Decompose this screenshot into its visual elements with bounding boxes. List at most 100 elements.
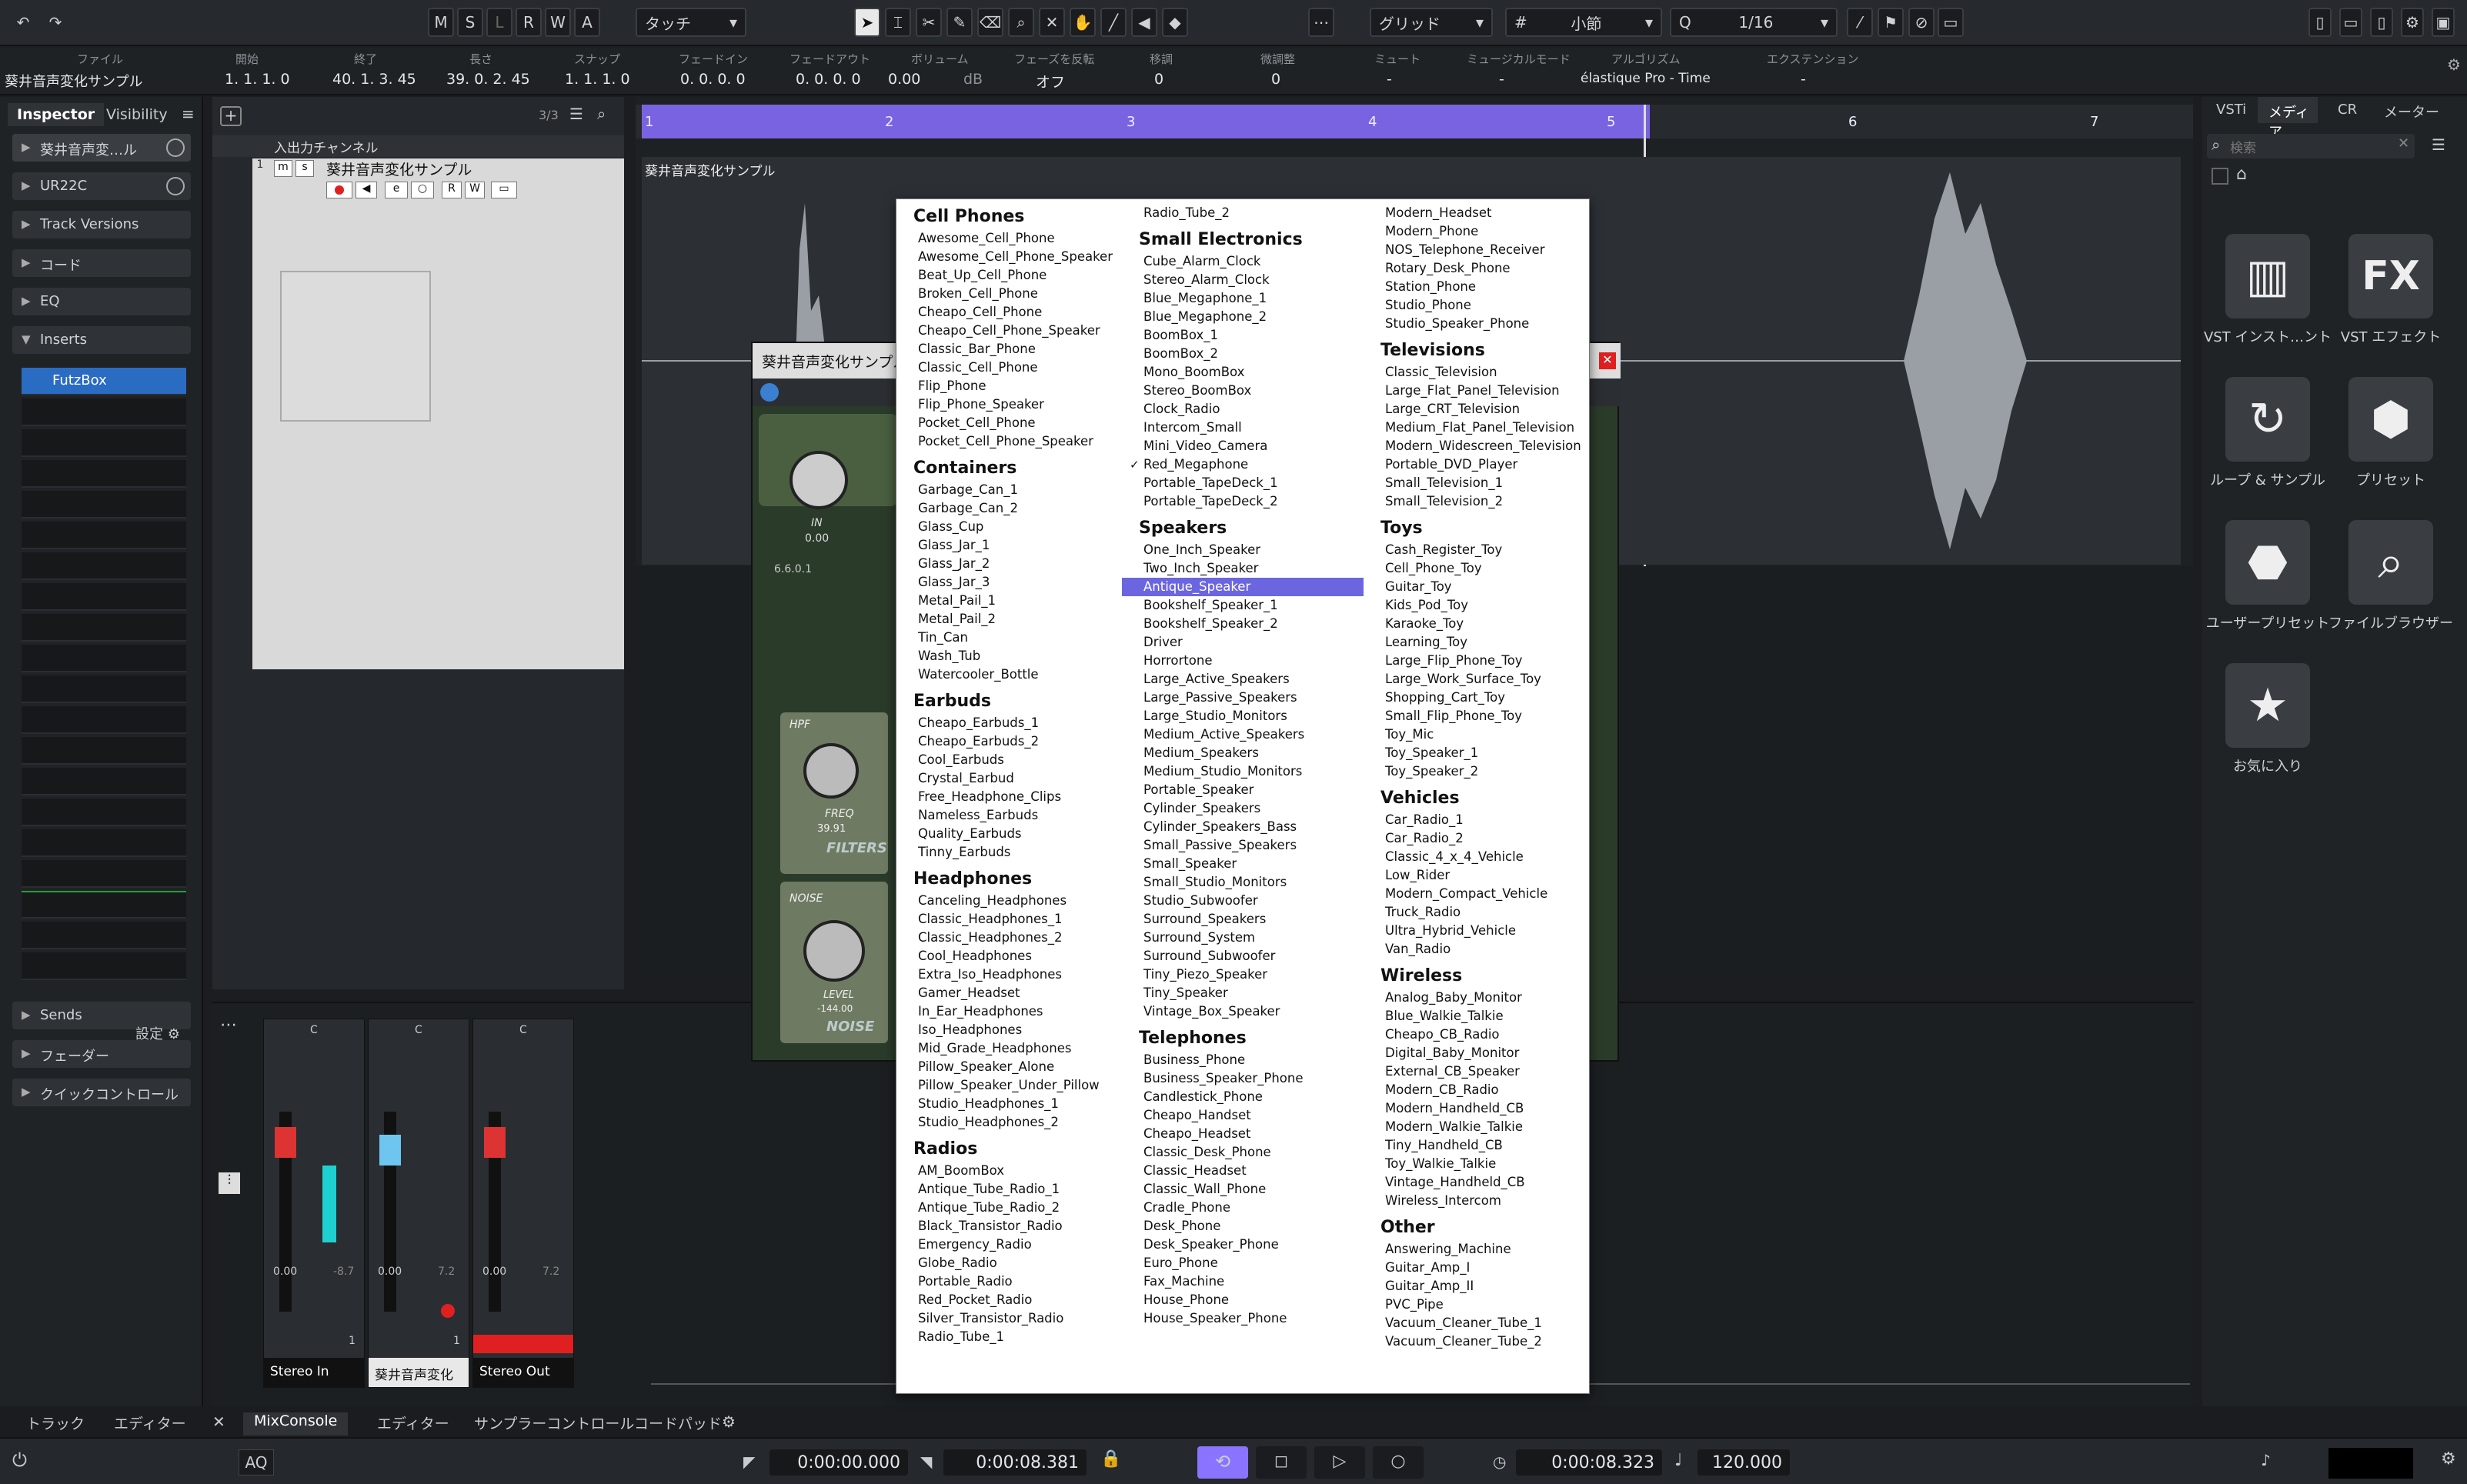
close-window-icon[interactable]: ✕ <box>1599 352 1616 369</box>
menu-item[interactable]: Modern_CB_Radio <box>1364 1081 1590 1099</box>
menu-item[interactable]: Globe_Radio <box>896 1254 1123 1272</box>
menu-item[interactable]: Classic_Headset <box>1122 1162 1364 1180</box>
pan-value[interactable]: C <box>310 1024 318 1036</box>
menu-item[interactable]: Desk_Speaker_Phone <box>1122 1236 1364 1254</box>
menu-item[interactable]: Cheapo_Headset <box>1122 1125 1364 1143</box>
hand-tool-icon[interactable]: ✋ <box>1070 8 1096 37</box>
info-fadeout[interactable]: 0. 0. 0. 0 <box>796 71 861 88</box>
menu-item[interactable]: Two_Inch_Speaker <box>1122 559 1364 578</box>
menu-item[interactable]: Cash_Register_Toy <box>1364 541 1590 559</box>
menu-item[interactable]: Modern_Widescreen_Television <box>1364 437 1590 455</box>
menu-item[interactable]: Guitar_Amp_I <box>1364 1259 1590 1277</box>
menu-item[interactable]: Studio_Headphones_1 <box>896 1095 1123 1113</box>
menu-item[interactable]: Large_Flip_Phone_Toy <box>1364 652 1590 670</box>
tab-sampler-control[interactable]: サンプラーコントロール <box>474 1412 634 1433</box>
menu-item[interactable]: Studio_Headphones_2 <box>896 1113 1123 1132</box>
menu-item[interactable]: Gamer_Headset <box>896 984 1123 1002</box>
menu-item[interactable]: Small_Flip_Phone_Toy <box>1364 707 1590 725</box>
menu-item[interactable]: Pocket_Cell_Phone_Speaker <box>896 432 1123 451</box>
cycle-range[interactable] <box>642 105 1650 138</box>
vst-instruments-icon[interactable]: ▥ <box>2225 234 2310 318</box>
menu-item[interactable]: Toy_Speaker_2 <box>1364 762 1590 781</box>
fader-value[interactable]: 0.00 <box>273 1266 297 1278</box>
menu-item[interactable]: Small_Television_1 <box>1364 474 1590 492</box>
menu-item[interactable]: Pillow_Speaker_Alone <box>896 1058 1123 1076</box>
menu-item[interactable]: Learning_Toy <box>1364 633 1590 652</box>
menu-item[interactable]: Antique_Tube_Radio_1 <box>896 1180 1123 1199</box>
menu-item[interactable]: Tinny_Earbuds <box>896 843 1123 862</box>
menu-item[interactable]: Glass_Jar_2 <box>896 555 1123 573</box>
menu-item[interactable]: Toy_Walkie_Talkie <box>1364 1155 1590 1173</box>
menu-item[interactable]: Cradle_Phone <box>1122 1199 1364 1217</box>
insert-slot[interactable] <box>22 460 186 488</box>
menu-item[interactable]: Shopping_Cart_Toy <box>1364 689 1590 707</box>
menu-item[interactable]: Guitar_Toy <box>1364 578 1590 596</box>
menu-item[interactable]: Large_Active_Speakers <box>1122 670 1364 689</box>
settings-gear-icon[interactable]: ⚙ <box>2441 1449 2456 1469</box>
tab-meter[interactable]: メーター <box>2384 102 2439 122</box>
menu-item[interactable]: Crystal_Earbud <box>896 769 1123 788</box>
home-icon[interactable]: ⌂ <box>2236 165 2247 184</box>
iterative-quantize-icon[interactable]: ⁄ <box>1847 8 1873 37</box>
menu-item[interactable]: Emergency_Radio <box>896 1236 1123 1254</box>
menu-item[interactable]: Station_Phone <box>1364 278 1590 296</box>
inspector-settings-label[interactable]: 設定 ⚙ <box>135 1023 180 1043</box>
pan-value[interactable]: C <box>519 1024 527 1036</box>
track-solo-button[interactable]: s <box>295 160 314 177</box>
menu-item[interactable]: Euro_Phone <box>1122 1254 1364 1272</box>
info-length[interactable]: 39. 0. 2. 45 <box>446 71 530 88</box>
menu-item[interactable]: Glass_Jar_1 <box>896 536 1123 555</box>
menu-item[interactable]: Candlestick_Phone <box>1122 1088 1364 1106</box>
erase-tool-icon[interactable]: ⌫ <box>977 8 1003 37</box>
tab-cr[interactable]: CR <box>2338 102 2357 118</box>
menu-item[interactable]: Studio_Phone <box>1364 296 1590 315</box>
menu-item[interactable]: Ultra_Hybrid_Vehicle <box>1364 922 1590 940</box>
layout-bottom-icon[interactable]: ▭ <box>2339 8 2362 37</box>
menu-item[interactable]: Classic_Desk_Phone <box>1122 1143 1364 1162</box>
clock-icon[interactable]: ◷ <box>1493 1452 1506 1471</box>
insert-slot[interactable] <box>22 829 186 857</box>
channel-name[interactable]: Stereo Out <box>473 1358 573 1387</box>
menu-item[interactable]: Awesome_Cell_Phone <box>896 229 1123 248</box>
line-tool-icon[interactable]: ╱ <box>1100 8 1127 37</box>
tab-media[interactable]: メディア <box>2258 97 2318 141</box>
menu-item[interactable]: Tiny_Speaker <box>1122 984 1364 1002</box>
info-phase[interactable]: オフ <box>1036 71 1065 92</box>
insert-slot-1[interactable]: FutzBox <box>22 368 186 395</box>
tab-track[interactable]: トラック <box>26 1412 85 1433</box>
menu-item[interactable]: Stereo_BoomBox <box>1122 382 1364 400</box>
info-finetune[interactable]: 0 <box>1271 71 1280 88</box>
more-icon[interactable]: ⋯ <box>220 1015 237 1035</box>
menu-item[interactable]: ✓ Red_Megaphone <box>1122 455 1364 474</box>
solo-mode-button[interactable]: S <box>457 8 483 37</box>
menu-item[interactable]: Large_Passive_Speakers <box>1122 689 1364 707</box>
menu-item[interactable]: Modern_Phone <box>1364 222 1590 241</box>
grid-type-select[interactable]: グリッド ▾ <box>1370 8 1493 37</box>
menu-item[interactable]: Surround_Subwoofer <box>1122 947 1364 965</box>
edit-button[interactable]: e <box>385 182 408 198</box>
mute-tool-icon[interactable]: ✕ <box>1039 8 1065 37</box>
menu-item[interactable]: Tin_Can <box>896 629 1123 647</box>
menu-item[interactable]: Portable_Speaker <box>1122 781 1364 799</box>
menu-item[interactable]: Answering_Machine <box>1364 1240 1590 1259</box>
insert-slot[interactable] <box>22 491 186 519</box>
menu-item[interactable]: AM_BoomBox <box>896 1162 1123 1180</box>
menu-item[interactable]: Mini_Video_Camera <box>1122 437 1364 455</box>
left-locator-time[interactable]: 0:00:00.000 <box>769 1449 908 1476</box>
insert-slot[interactable] <box>22 737 186 765</box>
insert-slot[interactable] <box>22 860 186 888</box>
color-tool-icon[interactable]: ◆ <box>1162 8 1188 37</box>
fader-view-icon[interactable]: ⫶ <box>219 1172 240 1194</box>
menu-item[interactable]: Vintage_Handheld_CB <box>1364 1173 1590 1192</box>
menu-item[interactable]: Modern_Headset <box>1364 204 1590 222</box>
menu-item[interactable]: Digital_Baby_Monitor <box>1364 1044 1590 1062</box>
menu-item[interactable]: Large_Flat_Panel_Television <box>1364 382 1590 400</box>
menu-item[interactable]: Business_Phone <box>1122 1051 1364 1069</box>
undo-icon[interactable]: ↶ <box>11 8 35 37</box>
tempo-value[interactable]: 120.000 <box>1698 1449 1790 1476</box>
menu-item[interactable]: Free_Headphone_Clips <box>896 788 1123 806</box>
inspector-track-section[interactable]: ▶ 葵井音声変…ル <box>12 134 191 162</box>
window-icon[interactable]: ▣ <box>2432 8 2455 37</box>
tab-editor-left[interactable]: エディター <box>114 1412 186 1433</box>
add-track-button[interactable]: + <box>220 106 242 126</box>
